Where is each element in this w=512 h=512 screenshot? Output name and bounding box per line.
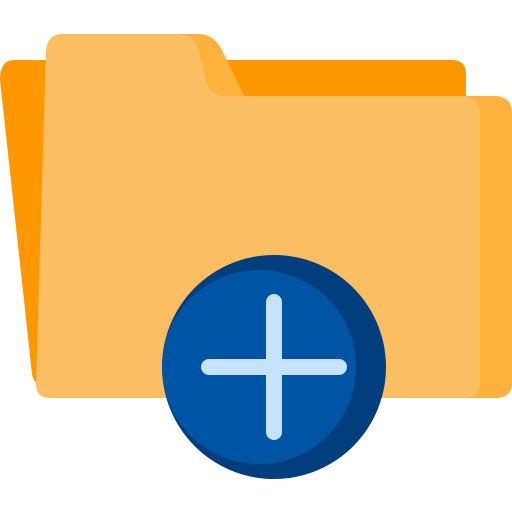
new-folder-icon bbox=[0, 0, 512, 512]
new-folder-svg bbox=[0, 34, 512, 479]
